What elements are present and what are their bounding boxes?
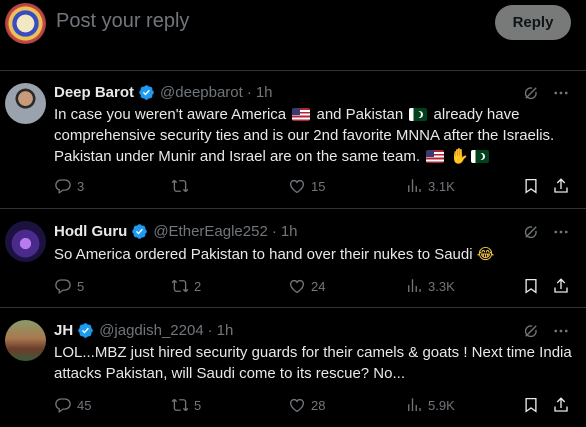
timestamp[interactable]: 1h [217,322,234,339]
repost-count: 2 [194,278,202,294]
repost-icon [171,396,189,414]
tweet-text: So America ordered Pakistan to hand over… [54,244,576,266]
pakistan-flag-icon [471,150,490,163]
grok-icon[interactable] [522,322,540,340]
like-count: 24 [311,278,326,294]
author-name[interactable]: Deep Barot [54,84,134,101]
like-action[interactable]: 24 [288,277,325,295]
tweet[interactable]: JH @jagdish_2204 · 1h LOL...MBZ just hir… [0,308,586,427]
avatar[interactable] [5,320,46,361]
tweet-text-part: and Pakistan [312,106,408,123]
repost-action[interactable] [171,177,194,195]
reply-action[interactable]: 5 [54,277,84,295]
reply-count: 3 [77,178,85,194]
reply-icon [54,177,72,195]
separator: · [271,223,277,240]
like-action[interactable]: 28 [288,396,325,414]
view-count: 3.3K [428,278,455,294]
reply-input[interactable]: Post your reply [56,10,189,33]
share-icon [552,396,570,414]
timestamp[interactable]: 1h [256,84,273,101]
repost-action[interactable]: 5 [171,396,201,414]
grok-icon[interactable] [522,84,540,102]
reply-action[interactable]: 45 [54,396,91,414]
tweet[interactable]: Deep Barot @deepbarot · 1h In case you w… [0,71,586,209]
views-action[interactable]: 3.1K [405,177,455,195]
share-button[interactable] [552,177,570,195]
verified-badge-icon [138,84,155,101]
repost-icon [171,177,189,195]
tweet-header: Hodl Guru @EtherEagle252 · 1h [54,223,298,240]
share-icon [552,177,570,195]
more-icon[interactable] [552,223,570,241]
share-icon [552,277,570,295]
separator: · [207,322,213,339]
reply-count: 5 [77,278,85,294]
bookmark-button[interactable] [522,177,540,195]
view-count: 3.1K [428,178,455,194]
like-icon [288,177,306,195]
views-icon [405,177,423,195]
author-handle[interactable]: @jagdish_2204 [99,322,203,339]
tweet[interactable]: Hodl Guru @EtherEagle252 · 1h So America… [0,209,586,308]
laughing-emoji-icon: 😂 [476,245,495,263]
more-icon[interactable] [552,84,570,102]
views-action[interactable]: 5.9K [405,396,455,414]
tweet-text: In case you weren't aware America and Pa… [54,105,576,168]
share-button[interactable] [552,396,570,414]
author-handle[interactable]: @EtherEagle252 [153,223,267,240]
tweet-text-part: So America ordered Pakistan to hand over… [54,246,477,263]
tweet-header: Deep Barot @deepbarot · 1h [54,84,273,101]
views-icon [405,396,423,414]
view-count: 5.9K [428,397,455,413]
reply-composer: Post your reply Reply [0,0,586,71]
repost-icon [171,277,189,295]
share-button[interactable] [552,277,570,295]
avatar[interactable] [5,83,46,124]
bookmark-button[interactable] [522,396,540,414]
bookmark-icon [522,396,540,414]
reply-icon [54,277,72,295]
bookmark-button[interactable] [522,277,540,295]
repost-action[interactable]: 2 [171,277,201,295]
us-flag-icon [426,150,445,163]
views-action[interactable]: 3.3K [405,277,455,295]
views-icon [405,277,423,295]
like-icon [288,396,306,414]
reply-count: 45 [77,397,92,413]
more-icon[interactable] [552,322,570,340]
like-count: 28 [311,397,326,413]
like-count: 15 [311,178,326,194]
verified-badge-icon [131,223,148,240]
us-flag-icon [292,108,311,121]
timestamp[interactable]: 1h [281,223,298,240]
author-handle[interactable]: @deepbarot [160,84,243,101]
avatar[interactable] [5,3,46,44]
author-name[interactable]: Hodl Guru [54,223,127,240]
tweet-text-part: In case you weren't aware America [54,106,291,123]
like-action[interactable]: 15 [288,177,325,195]
avatar[interactable] [5,221,46,262]
grok-icon[interactable] [522,223,540,241]
tweet-header: JH @jagdish_2204 · 1h [54,322,233,339]
author-name[interactable]: JH [54,322,73,339]
bookmark-icon [522,277,540,295]
reply-icon [54,396,72,414]
reply-button[interactable]: Reply [495,5,571,40]
like-icon [288,277,306,295]
separator: · [246,84,252,101]
repost-count: 5 [194,397,202,413]
pakistan-flag-icon [409,108,428,121]
bookmark-icon [522,177,540,195]
verified-badge-icon [77,322,94,339]
tweet-text: LOL...MBZ just hired security guards for… [54,344,572,382]
reply-action[interactable]: 3 [54,177,84,195]
handshake-icon: ✋ [450,147,470,165]
